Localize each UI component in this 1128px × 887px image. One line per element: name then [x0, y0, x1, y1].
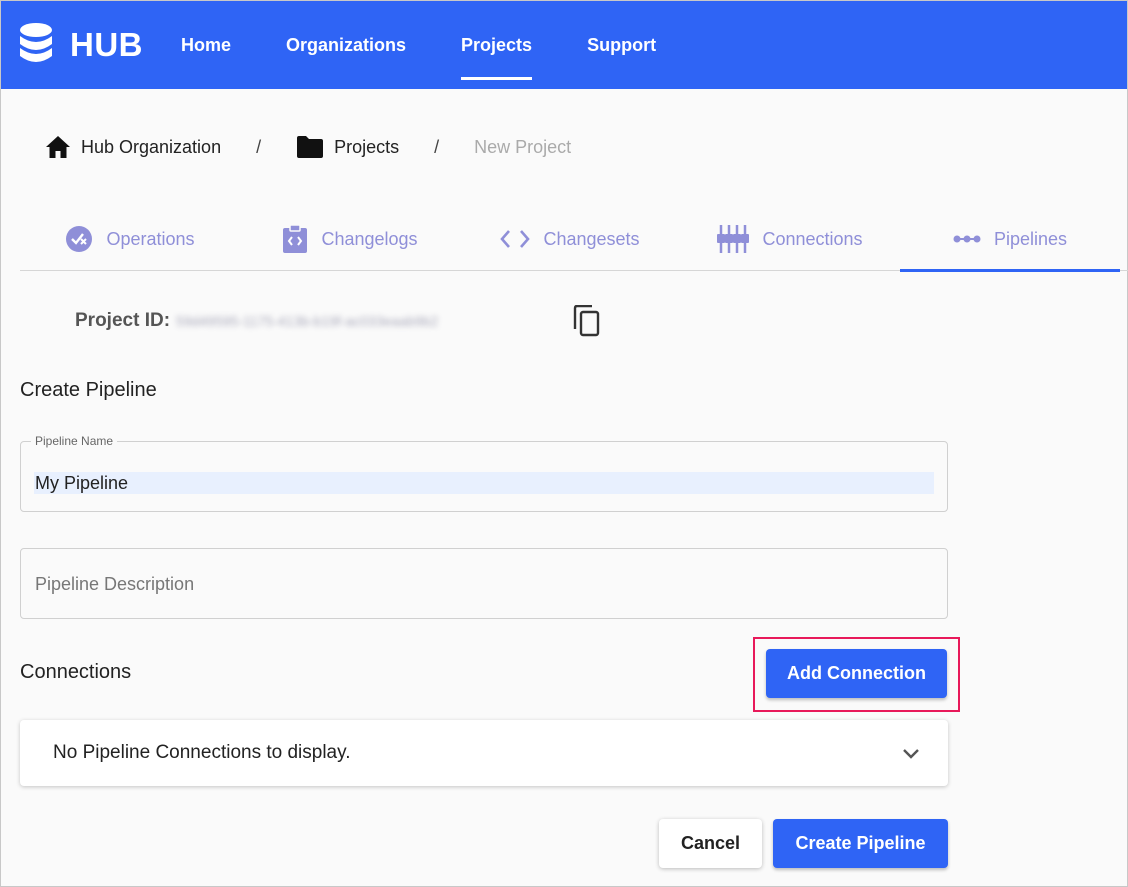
chevron-down-icon[interactable] [902, 748, 920, 760]
top-navbar: HUB Home Organizations Projects Support [1, 1, 1127, 89]
tab-pipelines[interactable]: Pipelines [900, 208, 1120, 272]
pipeline-name-field: Pipeline Name [20, 434, 948, 512]
connections-panel[interactable]: No Pipeline Connections to display. [20, 720, 948, 786]
tab-operations[interactable]: Operations [20, 208, 240, 270]
pipeline-name-label: Pipeline Name [31, 434, 118, 448]
breadcrumb-separator: / [256, 136, 262, 157]
project-id-value: 59d49595-1175-413b-b19f-ac033eaab9b2 [176, 313, 439, 329]
main-nav: Home Organizations Projects Support [181, 1, 711, 89]
nav-projects[interactable]: Projects [461, 1, 533, 89]
folder-icon [297, 136, 324, 158]
breadcrumb-hub-organization[interactable]: Hub Organization [45, 135, 221, 159]
tab-label: Pipelines [993, 228, 1068, 249]
tab-label: Connections [762, 228, 863, 249]
pipeline-name-input[interactable] [34, 472, 934, 494]
changelog-icon [283, 224, 308, 253]
connections-icon [717, 225, 750, 253]
copy-icon[interactable] [572, 305, 600, 337]
tab-changesets[interactable]: Changesets [460, 208, 680, 270]
project-id-row: Project ID: 59d49595-1175-413b-b19f-ac03… [75, 305, 600, 337]
pipeline-icon [953, 235, 981, 243]
pipeline-description-placeholder: Pipeline Description [35, 574, 195, 594]
pipeline-description-field[interactable]: Pipeline Description [20, 548, 948, 619]
nav-home[interactable]: Home [181, 1, 231, 89]
cancel-button[interactable]: Cancel [659, 819, 762, 868]
tab-changelogs[interactable]: Changelogs [240, 208, 460, 270]
project-id-label: Project ID: [75, 310, 171, 331]
breadcrumb-projects[interactable]: Projects [296, 135, 399, 159]
create-pipeline-button[interactable]: Create Pipeline [773, 819, 948, 868]
code-icon [500, 230, 531, 248]
nav-support[interactable]: Support [587, 1, 656, 89]
tab-label: Changelogs [321, 228, 418, 249]
breadcrumb-new-project: New Project [474, 137, 571, 158]
database-logo-icon [20, 23, 52, 62]
connections-title: Connections [20, 661, 132, 683]
breadcrumb-separator: / [434, 136, 440, 157]
tab-label: Changesets [543, 228, 640, 249]
tab-label: Operations [106, 228, 195, 249]
nav-organizations[interactable]: Organizations [286, 1, 406, 89]
breadcrumb-label: Hub Organization [81, 136, 222, 157]
connections-empty-text: No Pipeline Connections to display. [53, 742, 351, 763]
project-tabs: Operations Changelogs Changesets Connect… [20, 208, 1128, 272]
tab-connections[interactable]: Connections [680, 208, 900, 270]
breadcrumb-label: Projects [334, 136, 400, 157]
logo-text: HUB [70, 26, 143, 63]
create-pipeline-title: Create Pipeline [20, 379, 157, 401]
add-connection-button[interactable]: Add Connection [766, 649, 947, 698]
home-icon [46, 136, 70, 158]
operations-icon [66, 226, 93, 252]
logo[interactable]: HUB [18, 22, 143, 68]
breadcrumb: Hub Organization / Projects / New Projec… [45, 131, 571, 163]
breadcrumb-label: New Project [474, 136, 572, 157]
